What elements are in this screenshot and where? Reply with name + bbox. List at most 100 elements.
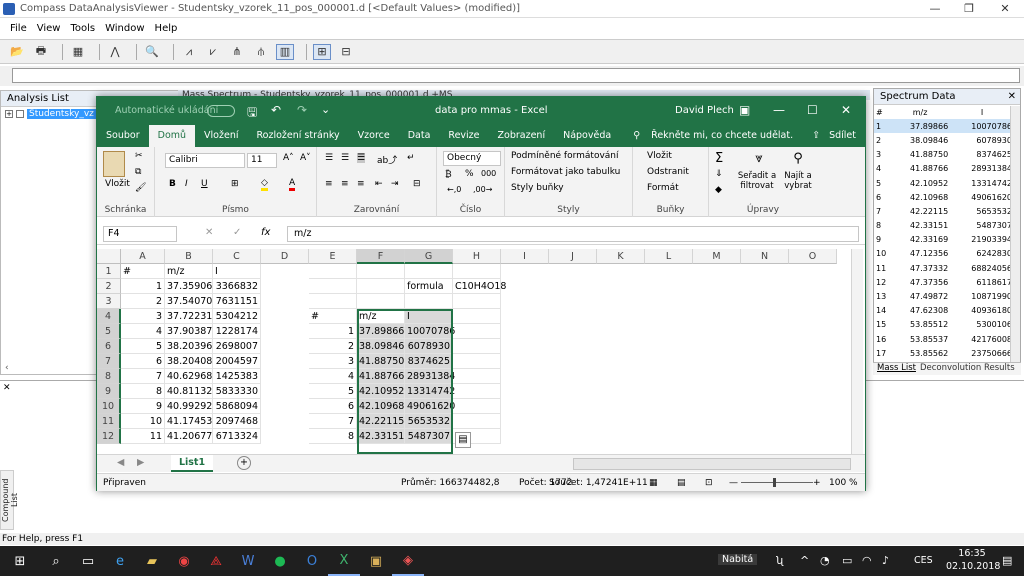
copy-icon[interactable]: ⧉	[135, 167, 141, 177]
merge-center-icon[interactable]: ⊟	[413, 179, 421, 189]
row-header[interactable]: 9	[97, 384, 121, 399]
grid-cell[interactable]	[453, 264, 501, 279]
grid-cell[interactable]: 5653532	[405, 414, 453, 429]
grid-cell[interactable]: 41.88766	[357, 369, 405, 384]
grid-cell[interactable]: 3	[121, 309, 165, 324]
tray-icon[interactable]: ◔	[820, 554, 830, 567]
column-header[interactable]: #	[874, 105, 890, 119]
column-header[interactable]: O	[789, 249, 837, 264]
cell-styles-button[interactable]: Styly buňky	[511, 183, 564, 193]
grid-cell[interactable]: 5	[121, 339, 165, 354]
menu-tools[interactable]: Tools	[70, 23, 95, 34]
grid-cell[interactable]: 41.88750	[357, 354, 405, 369]
grid-cell[interactable]: 38.20396	[165, 339, 213, 354]
spectrum-scrollbar[interactable]	[1010, 106, 1020, 363]
grid-cell[interactable]: 42.22115	[357, 414, 405, 429]
column-header[interactable]: J	[549, 249, 597, 264]
column-header[interactable]: I	[950, 105, 1014, 119]
grid-cell[interactable]: 13314742	[405, 384, 455, 399]
people-icon[interactable]: ʯ	[776, 554, 783, 567]
grid-cell[interactable]: 5487307	[405, 429, 453, 444]
tab-help[interactable]: Nápověda	[554, 125, 620, 147]
customize-qat-icon[interactable]: ⌄	[321, 103, 330, 116]
maximize-icon[interactable]: ☐	[807, 103, 818, 117]
grid-cell[interactable]	[405, 294, 453, 309]
grid-cell[interactable]: 41.20677	[165, 429, 213, 444]
chevron-up-icon[interactable]: ^	[800, 554, 809, 567]
row-header[interactable]: 3	[97, 294, 121, 309]
grid-cell[interactable]: 4	[121, 324, 165, 339]
save-icon[interactable]: 🖫	[247, 103, 257, 124]
insert-cells-button[interactable]: Vložit	[647, 151, 672, 161]
grid-cell[interactable]: 5833330	[213, 384, 261, 399]
table-row[interactable]: 13 47.49872 10871990	[874, 289, 1014, 303]
number-format-select[interactable]: Obecný	[443, 151, 501, 166]
grid-cell[interactable]: #	[121, 264, 165, 279]
confirm-entry-icon[interactable]: ✓	[233, 227, 241, 238]
maximize-icon[interactable]: ❐	[952, 0, 986, 18]
grid-cell[interactable]: 38.09846	[357, 339, 405, 354]
font-size-select[interactable]: 11	[247, 153, 277, 168]
minimize-icon[interactable]: —	[918, 0, 952, 18]
grid-cell[interactable]	[309, 264, 357, 279]
grid-cell[interactable]: 2097468	[213, 414, 261, 429]
grid-cell[interactable]: 37.90387	[165, 324, 213, 339]
grid-cell[interactable]	[357, 264, 405, 279]
align-center-icon[interactable]: ≡	[341, 179, 349, 189]
table-row[interactable]: 5 42.10952 13314742	[874, 176, 1014, 190]
grid-cell[interactable]: 28931384	[405, 369, 455, 384]
table-row[interactable]: 1 37.89866 10070786	[874, 119, 1014, 134]
grid-cell[interactable]: 42.33151	[357, 429, 405, 444]
grid-cell[interactable]: 2	[309, 339, 357, 354]
window-tile-icon[interactable]: ⊟	[337, 44, 355, 60]
menu-file[interactable]: File	[10, 23, 27, 34]
grid-cell[interactable]: 6	[309, 399, 357, 414]
wifi-icon[interactable]: ◠	[862, 554, 872, 567]
grid-cell[interactable]: 41.17453	[165, 414, 213, 429]
orientation-icon[interactable]: ab⤴	[377, 153, 397, 166]
menu-window[interactable]: Window	[105, 23, 144, 34]
outlook-icon[interactable]: O	[296, 546, 328, 576]
menu-help[interactable]: Help	[155, 23, 178, 34]
column-header[interactable]: M	[693, 249, 741, 264]
autosave-toggle[interactable]	[207, 105, 235, 117]
column-header[interactable]: E	[309, 249, 357, 264]
spotify-icon[interactable]: ●	[264, 546, 296, 576]
grid-cell[interactable]: 49061620	[405, 399, 455, 414]
column-header[interactable]: B	[165, 249, 213, 264]
zoom-slider-thumb[interactable]	[773, 478, 776, 487]
column-header[interactable]: F	[357, 249, 405, 264]
font-name-select[interactable]: Calibri	[165, 153, 245, 168]
expand-icon[interactable]: +	[5, 110, 13, 118]
page-layout-view-icon[interactable]: ▤	[677, 474, 686, 492]
align-left-icon[interactable]: ≡	[325, 179, 333, 189]
tab-page-layout[interactable]: Rozložení stránky	[247, 125, 348, 147]
sort-filter-button[interactable]: Seřadit a filtrovat	[735, 171, 779, 191]
close-icon[interactable]: ✕	[841, 103, 851, 117]
grid-cell[interactable]: 10070786	[405, 324, 455, 339]
grid-cell[interactable]: formula	[405, 279, 453, 294]
table-row[interactable]: 15 53.85512 5300106	[874, 318, 1014, 332]
column-header[interactable]: N	[741, 249, 789, 264]
grid-cell[interactable]	[453, 294, 501, 309]
tab-review[interactable]: Revize	[439, 125, 488, 147]
accounting-icon[interactable]: ₿	[445, 169, 452, 180]
undo-icon[interactable]: ↶	[271, 103, 281, 117]
table-row[interactable]: 11 47.37332 68824056	[874, 261, 1014, 275]
close-icon[interactable]: ✕	[3, 383, 11, 393]
zoom-level[interactable]: 100 %	[829, 474, 858, 492]
next-sheet-icon[interactable]: ▶	[137, 457, 144, 468]
grid-cell[interactable]: 40.99292	[165, 399, 213, 414]
cancel-entry-icon[interactable]: ✕	[205, 227, 213, 238]
grid-cell[interactable]	[453, 414, 501, 429]
grid-cell[interactable]: 8	[121, 384, 165, 399]
grid-cell[interactable]	[453, 339, 501, 354]
grid-cell[interactable]: I	[213, 264, 261, 279]
column-header[interactable]: D	[261, 249, 309, 264]
grid-cell[interactable]: 7631151	[213, 294, 261, 309]
checkbox-icon[interactable]	[16, 110, 24, 118]
grid-cell[interactable]: 10	[121, 414, 165, 429]
autosum-icon[interactable]: Σ	[715, 151, 723, 166]
grid-cell[interactable]: 37.54070	[165, 294, 213, 309]
clock-date[interactable]: 02.10.2018	[946, 561, 1000, 572]
